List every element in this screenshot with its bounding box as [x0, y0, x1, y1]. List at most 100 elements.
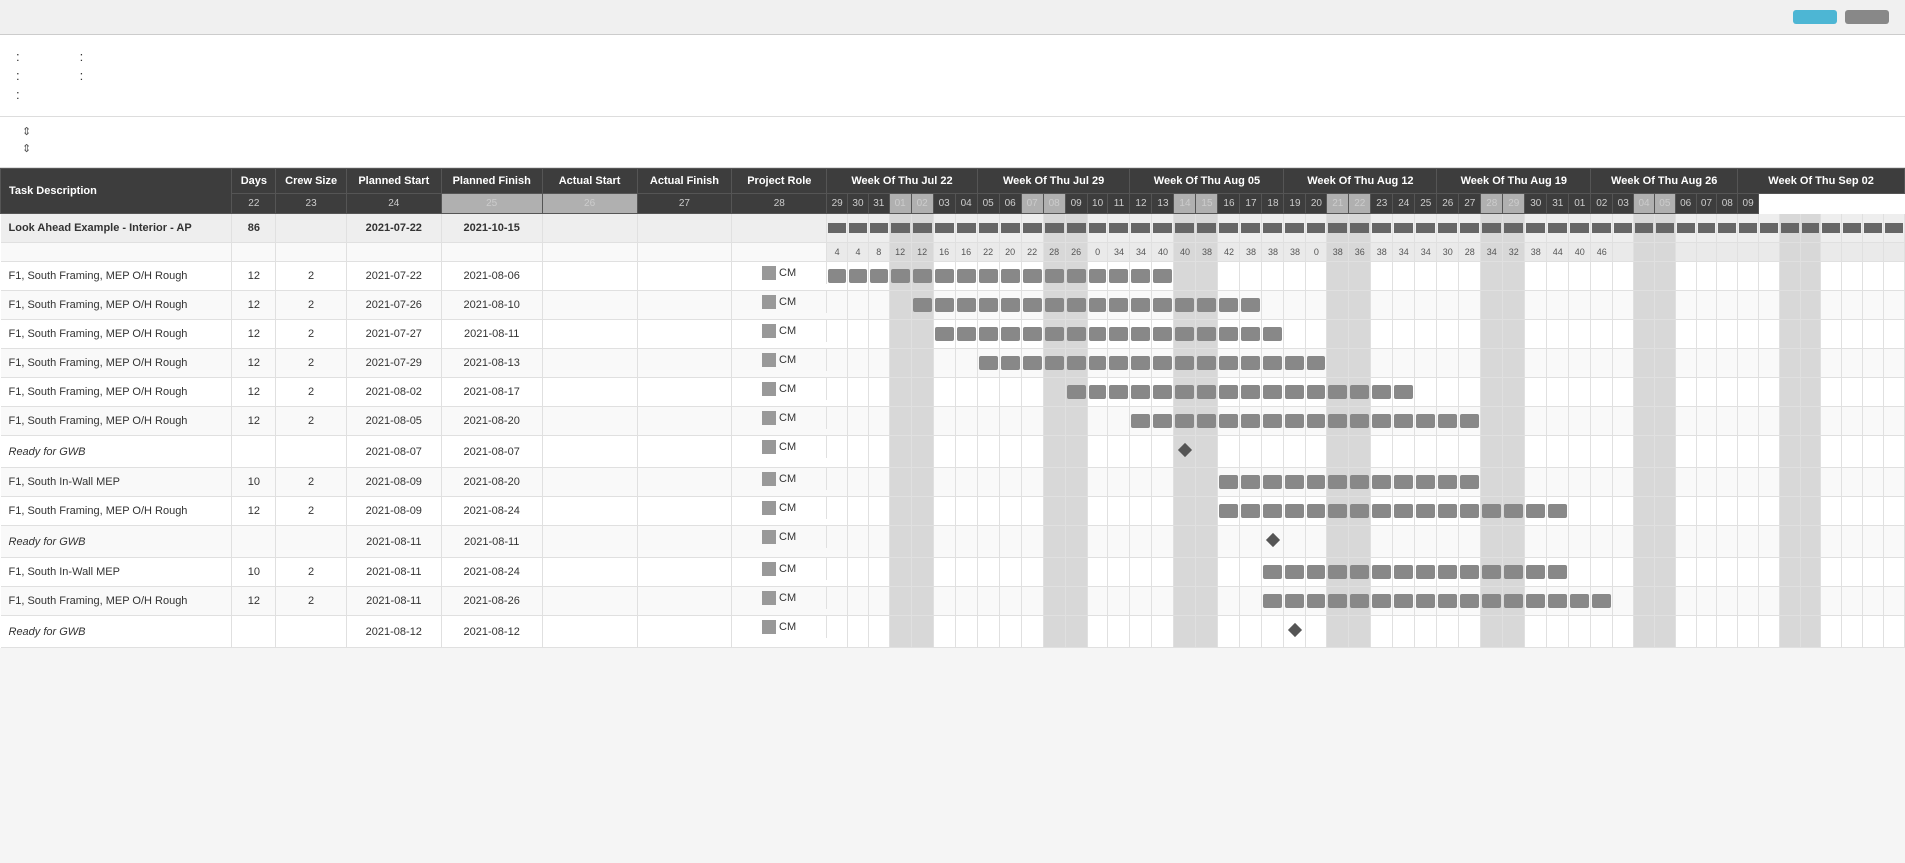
week-header: Week Of Thu Aug 19: [1437, 169, 1591, 194]
close-button[interactable]: [1845, 10, 1889, 24]
gantt-cell: [1174, 587, 1196, 616]
summary-gantt-bar: [935, 223, 954, 233]
gantt-cell: [1800, 349, 1821, 378]
gantt-cell: [933, 378, 955, 407]
task-gantt-bar: [1394, 414, 1413, 428]
gantt-table-wrapper: Task DescriptionDaysCrew SizePlanned Sta…: [0, 168, 1905, 648]
gantt-cell: [1196, 262, 1218, 291]
gantt-cell: [1481, 291, 1503, 320]
gantt-cell: [1779, 526, 1800, 558]
gantt-cell: [1758, 436, 1779, 468]
summary-gantt-bar: [1677, 223, 1695, 233]
gantt-cell: [1284, 407, 1306, 436]
gantt-cell: [1152, 214, 1174, 243]
gantt-cell: [1634, 214, 1655, 243]
gantt-cell: [933, 616, 955, 648]
gantt-cell: [1130, 214, 1152, 243]
gantt-cell: [1437, 468, 1459, 497]
gantt-cell: [1842, 558, 1863, 587]
summary-gantt-bar: [1285, 223, 1304, 233]
gantt-cell: [889, 349, 911, 378]
task-gantt-bar: [1350, 385, 1369, 399]
task-gantt-bar: [1328, 414, 1347, 428]
gantt-cell: [1371, 616, 1393, 648]
gantt-cell: [1021, 558, 1043, 587]
gantt-cell: [889, 587, 911, 616]
detail-columns-arrows[interactable]: ⇕: [22, 142, 31, 155]
gantt-cell: [848, 616, 869, 648]
gantt-cell: [1459, 291, 1481, 320]
gantt-cell: [889, 320, 911, 349]
task-gantt-bar: [1307, 356, 1325, 370]
sub-number-cell: [1883, 243, 1904, 262]
detail-columns-control[interactable]: ⇕: [16, 142, 1889, 155]
gantt-cell: [1758, 349, 1779, 378]
task-gantt-bar: [1241, 504, 1260, 518]
task-gantt-bar: [1460, 594, 1479, 608]
detail-rows-arrows[interactable]: ⇕: [22, 125, 31, 138]
gantt-cell: [1459, 558, 1481, 587]
task-gantt-bar: [1197, 356, 1216, 370]
sub-number-cell: 22: [977, 243, 999, 262]
actual-start-cell: [542, 262, 637, 291]
summary-gantt-bar: [1570, 223, 1589, 233]
crew-cell: 2: [276, 587, 347, 616]
gantt-cell: [1675, 616, 1696, 648]
sub-number-cell: [1863, 243, 1884, 262]
print-button[interactable]: [1793, 10, 1837, 24]
sub-number-cell: [1613, 243, 1634, 262]
gantt-cell: [1459, 468, 1481, 497]
crew-cell: 2: [276, 558, 347, 587]
gantt-cell: [1240, 291, 1262, 320]
gantt-cell: [999, 468, 1021, 497]
gantt-cell: [1800, 526, 1821, 558]
task-gantt-bar: [1307, 504, 1325, 518]
gantt-cell: [1779, 558, 1800, 587]
gantt-cell: [1547, 616, 1569, 648]
detail-rows-control[interactable]: ⇕: [16, 125, 1889, 138]
task-gantt-bar: [1219, 298, 1238, 312]
gantt-cell: [868, 436, 889, 468]
task-gantt-bar: [1526, 565, 1545, 579]
gantt-cell: [1842, 320, 1863, 349]
gantt-cell: [955, 262, 977, 291]
gantt-cell: [1569, 262, 1591, 291]
gantt-cell: [1262, 558, 1284, 587]
gantt-cell: [848, 497, 869, 526]
gantt-cell: [1503, 587, 1525, 616]
gantt-cell: [1654, 320, 1675, 349]
task-gantt-bar: [828, 269, 846, 283]
gantt-cell: [1306, 407, 1327, 436]
sub-number-cell: 46: [1591, 243, 1613, 262]
gantt-cell: [1717, 558, 1738, 587]
summary-gantt-bar: [1802, 223, 1820, 233]
summary-sub-numbers-row: 4481212161622202228260343440403842383838…: [1, 243, 1905, 262]
gantt-cell: [1779, 436, 1800, 468]
gantt-cell: [933, 214, 955, 243]
gantt-cell: [1262, 526, 1284, 558]
gantt-cell: [1284, 558, 1306, 587]
gantt-cell: [1821, 262, 1842, 291]
gantt-cell: [1569, 214, 1591, 243]
gantt-cell: [1284, 616, 1306, 648]
gantt-cell: [1654, 558, 1675, 587]
gantt-cell: [1415, 214, 1437, 243]
gantt-cell: [1821, 320, 1842, 349]
gantt-cell: [1218, 349, 1240, 378]
task-gantt-bar: [1416, 504, 1435, 518]
gantt-cell: [1349, 378, 1371, 407]
gantt-cell: [1218, 378, 1240, 407]
summary-gantt-bar: [1843, 223, 1861, 233]
task-gantt-bar: [1350, 565, 1369, 579]
gantt-cell: [1779, 291, 1800, 320]
gantt-cell: [1547, 436, 1569, 468]
planned-start-cell: 2021-07-29: [346, 349, 441, 378]
gantt-cell: [1800, 407, 1821, 436]
task-gantt-bar: [1394, 504, 1413, 518]
table-row: F1, South Framing, MEP O/H Rough1222021-…: [1, 291, 1905, 320]
gantt-cell: [889, 558, 911, 587]
task-gantt-bar: [1307, 565, 1325, 579]
crew-cell: 2: [276, 349, 347, 378]
gantt-cell: [1349, 616, 1371, 648]
gantt-cell: [1196, 214, 1218, 243]
